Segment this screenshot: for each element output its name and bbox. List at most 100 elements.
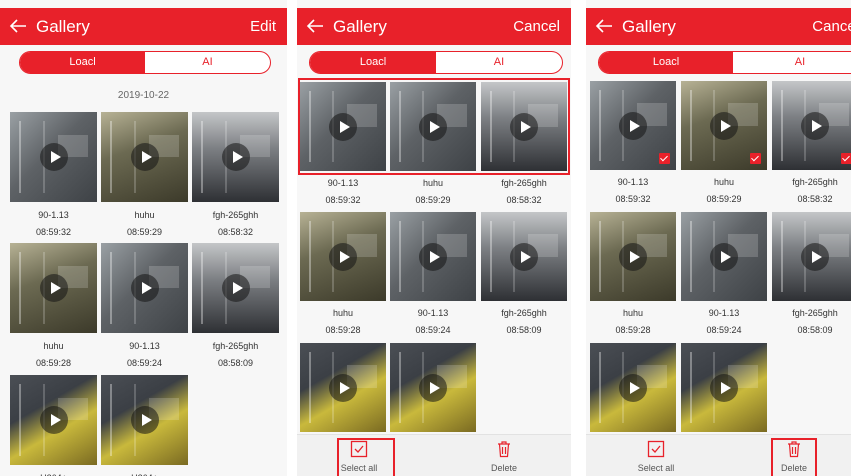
play-icon[interactable] — [221, 143, 250, 171]
back-arrow-icon[interactable] — [594, 16, 614, 36]
video-name: huhu — [134, 210, 155, 220]
back-arrow-icon[interactable] — [8, 16, 28, 36]
play-icon[interactable] — [619, 242, 647, 271]
video-name: fgh-265ghh — [501, 178, 547, 188]
play-icon[interactable] — [710, 373, 738, 402]
play-icon[interactable] — [130, 274, 159, 302]
video-time: 08:59:24 — [415, 325, 451, 335]
select-all-highlight — [337, 438, 395, 476]
video-thumbnail[interactable] — [390, 343, 476, 432]
tab-ai[interactable]: AI — [145, 52, 270, 73]
page-title: Gallery — [622, 17, 676, 36]
tab-local[interactable]: Loacl — [20, 52, 145, 73]
video-thumbnail[interactable] — [101, 375, 188, 465]
video-time: 08:59:24 — [706, 325, 742, 335]
play-icon[interactable] — [801, 111, 829, 140]
play-icon[interactable] — [329, 373, 357, 402]
edit-button[interactable]: Edit — [250, 17, 276, 37]
video-thumbnail[interactable] — [590, 212, 676, 301]
edit-toolbar: Select all Delete — [586, 434, 851, 476]
cancel-button[interactable]: Cancel — [812, 17, 851, 37]
tab-local[interactable]: Loacl — [599, 52, 733, 73]
video-thumbnail[interactable] — [390, 212, 476, 301]
video-name: 90-1.13 — [129, 341, 160, 351]
video-thumbnail[interactable] — [101, 112, 188, 202]
checkmark-icon[interactable] — [841, 153, 851, 164]
video-time: 08:59:28 — [615, 325, 651, 335]
video-time: 08:58:09 — [797, 325, 833, 335]
app-bar: Gallery Edit — [0, 8, 287, 45]
source-tabs: Loacl AI — [598, 51, 851, 74]
video-thumbnail[interactable] — [590, 81, 676, 170]
play-icon[interactable] — [801, 242, 829, 271]
video-thumbnail[interactable] — [300, 343, 386, 432]
video-thumbnail[interactable] — [481, 82, 567, 171]
play-icon[interactable] — [710, 242, 738, 271]
play-icon[interactable] — [39, 406, 68, 434]
play-icon[interactable] — [510, 242, 538, 271]
back-arrow-icon[interactable] — [305, 16, 325, 36]
play-icon[interactable] — [619, 373, 647, 402]
video-name: fgh-265ghh — [792, 308, 838, 318]
play-icon[interactable] — [39, 143, 68, 171]
play-icon[interactable] — [710, 111, 738, 140]
video-thumbnail[interactable] — [192, 112, 279, 202]
video-thumbnail[interactable] — [10, 243, 97, 333]
checkbox-icon — [647, 440, 665, 458]
trash-icon — [498, 441, 510, 458]
video-name: H264+ — [101, 471, 188, 476]
video-thumbnail[interactable] — [481, 212, 567, 301]
video-thumbnail[interactable] — [10, 375, 97, 465]
select-all-button[interactable]: Select all — [626, 435, 686, 476]
play-icon[interactable] — [329, 112, 357, 141]
tab-ai[interactable]: AI — [436, 52, 562, 73]
play-icon[interactable] — [130, 143, 159, 171]
gallery-selected-screen: Gallery Cancel Loacl AI Select all Delet… — [586, 0, 851, 476]
video-name: huhu — [622, 308, 644, 318]
app-bar: Gallery Cancel — [297, 8, 571, 45]
play-icon[interactable] — [419, 112, 447, 141]
source-tabs: Loacl AI — [309, 51, 563, 74]
edit-toolbar: Select all Delete — [297, 434, 571, 476]
play-icon[interactable] — [130, 406, 159, 434]
play-icon[interactable] — [221, 274, 250, 302]
play-icon[interactable] — [619, 111, 647, 140]
video-name: huhu — [43, 341, 64, 351]
video-thumbnail[interactable] — [390, 82, 476, 171]
video-name: fgh-265ghh — [501, 308, 547, 318]
video-thumbnail[interactable] — [300, 82, 386, 171]
video-thumbnail[interactable] — [772, 212, 851, 301]
app-bar: Gallery Cancel — [586, 8, 851, 45]
play-icon[interactable] — [329, 242, 357, 271]
video-time: 08:59:29 — [126, 227, 163, 237]
video-thumbnail[interactable] — [772, 81, 851, 170]
play-icon[interactable] — [419, 373, 447, 402]
video-time: 08:59:32 — [615, 194, 651, 204]
video-name: huhu — [713, 177, 735, 187]
video-name: fgh-265ghh — [212, 210, 259, 220]
checkmark-icon[interactable] — [659, 153, 670, 164]
cancel-button[interactable]: Cancel — [513, 17, 560, 37]
tab-ai[interactable]: AI — [733, 52, 851, 73]
video-name: 90-1.13 — [38, 210, 69, 220]
tab-local[interactable]: Loacl — [310, 52, 436, 73]
video-time: 08:58:09 — [506, 325, 542, 335]
video-thumbnail[interactable] — [681, 343, 767, 432]
play-icon[interactable] — [39, 274, 68, 302]
delete-label: Delete — [490, 463, 517, 473]
video-thumbnail[interactable] — [681, 212, 767, 301]
checkmark-icon[interactable] — [750, 153, 761, 164]
video-thumbnail[interactable] — [681, 81, 767, 170]
delete-button[interactable]: Delete — [474, 435, 534, 476]
source-tabs: Loacl AI — [19, 51, 271, 74]
video-time: 08:59:28 — [35, 358, 72, 368]
video-name: 90-1.13 — [617, 177, 649, 187]
video-thumbnail[interactable] — [101, 243, 188, 333]
video-thumbnail[interactable] — [300, 212, 386, 301]
play-icon[interactable] — [510, 112, 538, 141]
video-name: fgh-265ghh — [792, 177, 838, 187]
video-thumbnail[interactable] — [10, 112, 97, 202]
video-thumbnail[interactable] — [590, 343, 676, 432]
video-thumbnail[interactable] — [192, 243, 279, 333]
play-icon[interactable] — [419, 242, 447, 271]
